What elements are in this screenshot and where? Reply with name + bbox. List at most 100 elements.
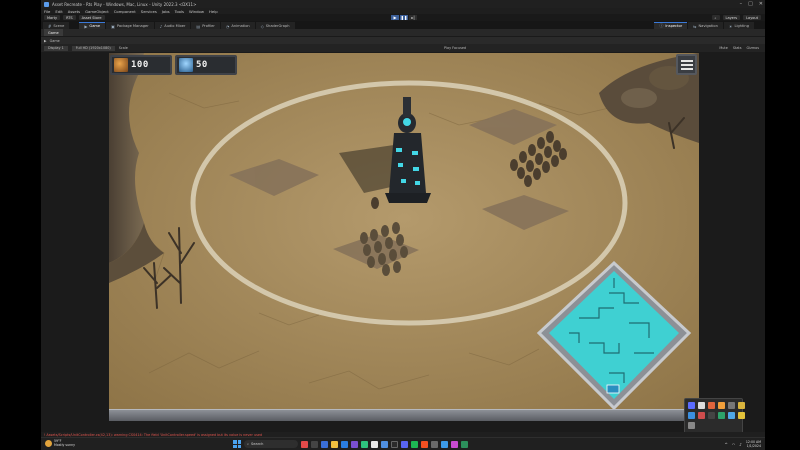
hierarchy-panel <box>41 29 108 432</box>
app-icon[interactable] <box>361 440 368 448</box>
windows-start-icon[interactable] <box>233 440 241 448</box>
tray-overflow-flyout <box>684 398 745 434</box>
menu-component[interactable]: Component <box>114 9 136 14</box>
tab-game[interactable]: ▶ Game <box>79 22 106 29</box>
sun-icon <box>45 439 52 447</box>
app-tray-icon[interactable] <box>738 402 745 409</box>
app-tray-icon[interactable] <box>718 412 725 419</box>
app-tray-icon[interactable] <box>728 402 735 409</box>
system-tray: ^ ◠ ♪ 12:00 AM 1/1/2024 <box>724 440 761 448</box>
game-viewport[interactable]: 100 50 <box>109 53 699 421</box>
settings-icon[interactable] <box>688 422 695 429</box>
app-icon[interactable] <box>381 440 388 448</box>
task-view-icon[interactable] <box>311 440 318 448</box>
menu-file[interactable]: File <box>44 9 50 14</box>
tab-navigation[interactable]: ⇆ Navigation <box>688 22 723 29</box>
app-icon[interactable] <box>441 440 448 448</box>
scale-label[interactable]: Scale <box>119 46 128 50</box>
stats-toggle[interactable]: Stats <box>733 46 742 50</box>
game-view-header: Game <box>41 29 765 37</box>
app-icon[interactable] <box>301 440 308 448</box>
menu-edit[interactable]: Edit <box>55 9 62 14</box>
close-icon[interactable]: ✕ <box>759 1 763 7</box>
app-tray-icon[interactable] <box>708 402 715 409</box>
account-dropdown[interactable]: Marty <box>44 15 61 20</box>
layout-dropdown[interactable]: Layout <box>743 15 761 20</box>
menu-help[interactable]: Help <box>209 9 218 14</box>
mute-toggle[interactable]: Mute <box>719 46 728 50</box>
windows-taskbar: 59°F Mostly sunny ⌕ Search ^ ◠ ♪ 12:00 A… <box>41 437 765 450</box>
menu-window[interactable]: Window <box>189 9 204 14</box>
steam-icon[interactable] <box>688 412 695 419</box>
menu-assets[interactable]: Assets <box>68 9 80 14</box>
weather-widget[interactable]: 59°F Mostly sunny <box>45 439 75 447</box>
app-tray-icon[interactable] <box>708 412 715 419</box>
app-icon[interactable] <box>431 440 438 448</box>
app-tray-icon[interactable] <box>728 412 735 419</box>
tab-package-manager[interactable]: ▣ Package Manager <box>106 22 154 29</box>
unity-editor-window: Asset Recreate - Rts Play - Windows, Mac… <box>41 0 765 450</box>
game-icon: ▶ <box>44 38 47 43</box>
gizmos-toggle[interactable]: Gizmos <box>747 46 760 50</box>
chevron-up-icon[interactable]: ^ <box>724 442 727 447</box>
file-explorer-icon[interactable] <box>331 440 338 448</box>
main-toolbar: Marty RTS Asset Store ▶ ❚❚ ▸| ⌕ Layers L… <box>41 14 765 21</box>
app-icon[interactable] <box>391 440 398 448</box>
resolution-dropdown[interactable]: Full HD (1920x1080) <box>71 45 115 51</box>
play-icon[interactable]: ▶ <box>391 15 399 20</box>
ore-crystal-icon <box>114 58 128 72</box>
tab-shadergraph[interactable]: ◇ ShaderGraph <box>255 22 295 29</box>
onedrive-icon[interactable] <box>698 402 705 409</box>
tab-scene[interactable]: # Scene <box>43 22 70 29</box>
layers-dropdown[interactable]: Layers <box>722 15 741 20</box>
clock-date: 1/1/2024 <box>746 444 761 448</box>
game-view-tab[interactable]: Game <box>44 29 63 36</box>
worker-unit <box>371 197 379 209</box>
tab-audio-mixer[interactable]: ♪ Audio Mixer <box>154 22 191 29</box>
maximize-icon[interactable]: □ <box>748 1 753 7</box>
app-icon[interactable] <box>411 440 418 448</box>
tab-inspector[interactable]: ⓘ Inspector <box>654 22 688 29</box>
menu-gameobject[interactable]: GameObject <box>85 9 109 14</box>
app-icon[interactable] <box>351 440 358 448</box>
energy-value: 50 <box>196 60 208 70</box>
game-view-tab-label: Game <box>48 30 59 35</box>
app-icon[interactable] <box>321 440 328 448</box>
app-tray-icon[interactable] <box>738 412 745 419</box>
pause-icon[interactable]: ❚❚ <box>400 15 408 20</box>
wifi-icon[interactable]: ◠ <box>732 442 736 447</box>
gold-value: 100 <box>131 60 149 70</box>
audio-icon: ♪ <box>159 23 163 29</box>
volume-icon[interactable]: ♪ <box>739 442 742 447</box>
display-dropdown[interactable]: Display 1 <box>44 45 68 51</box>
app-icon[interactable] <box>451 440 458 448</box>
discord-icon[interactable] <box>401 440 408 448</box>
tab-lighting[interactable]: ☀ Lighting <box>723 22 754 29</box>
tab-animation[interactable]: ◔ Animation <box>220 22 255 29</box>
cloud-dropdown[interactable]: RTS <box>63 15 76 20</box>
game-view-toolbar: ▶ Game <box>41 37 765 44</box>
hamburger-menu-icon[interactable] <box>676 54 697 75</box>
scene-icon: # <box>48 23 52 29</box>
menu-tools[interactable]: Tools <box>175 9 184 14</box>
edge-icon[interactable] <box>341 440 348 448</box>
asset-store-button[interactable]: Asset Store <box>78 15 105 20</box>
app-icon[interactable] <box>421 440 428 448</box>
menu-services[interactable]: Services <box>141 9 157 14</box>
account-label: Marty <box>47 15 58 20</box>
clock[interactable]: 12:00 AM 1/1/2024 <box>746 440 761 448</box>
search-icon[interactable]: ⌕ <box>711 15 720 20</box>
play-focused-dropdown[interactable]: Play Focused <box>444 46 466 50</box>
window-title: Asset Recreate - Rts Play - Windows, Mac… <box>52 1 197 7</box>
tab-profiler[interactable]: ▤ Profiler <box>191 22 220 29</box>
step-icon[interactable]: ▸| <box>409 15 417 20</box>
app-tray-icon[interactable] <box>718 402 725 409</box>
bluetooth-icon[interactable] <box>688 402 695 409</box>
unity-icon[interactable] <box>371 440 378 448</box>
menu-jobs[interactable]: Jobs <box>162 9 170 14</box>
lighting-icon: ☀ <box>728 23 733 29</box>
app-icon[interactable] <box>461 440 468 448</box>
minimize-icon[interactable]: – <box>740 1 743 7</box>
taskbar-search[interactable]: ⌕ Search <box>244 440 298 448</box>
app-tray-icon[interactable] <box>698 412 705 419</box>
